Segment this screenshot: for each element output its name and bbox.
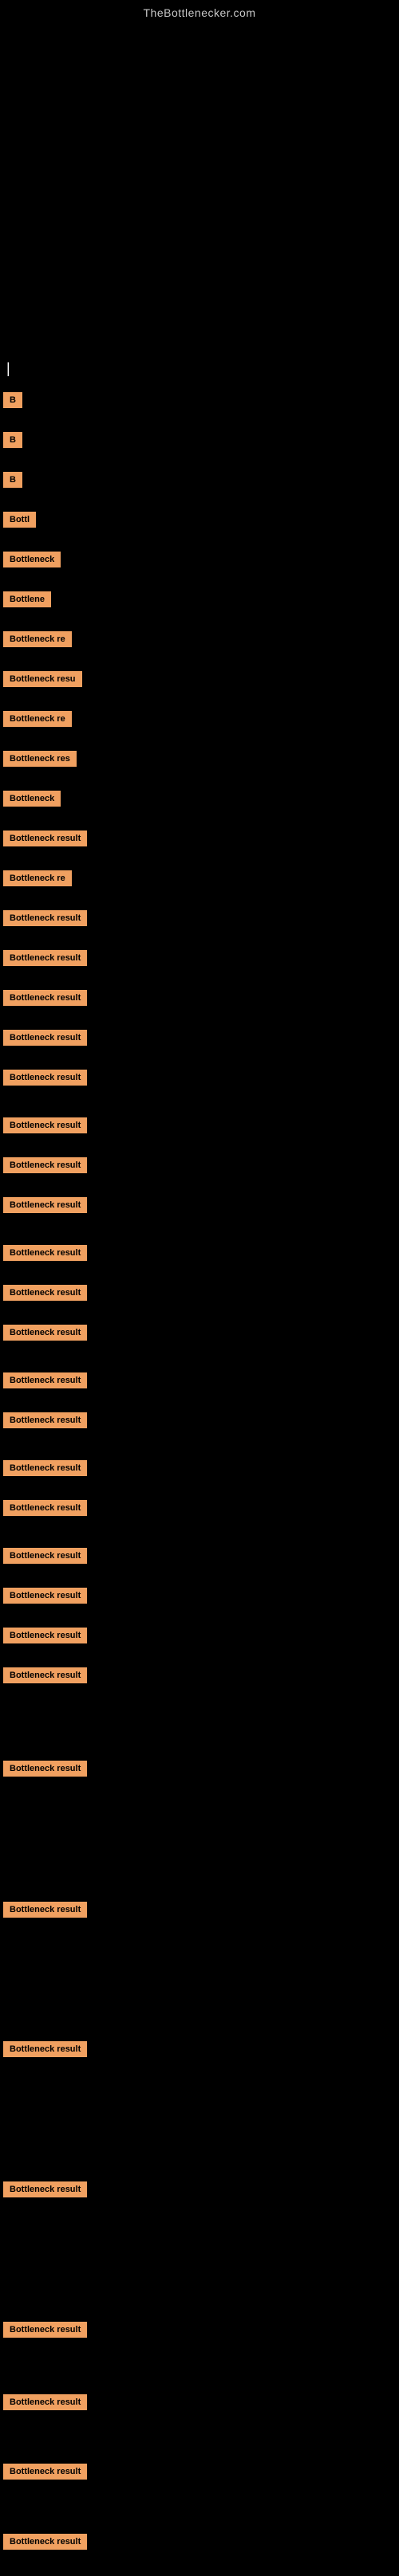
result-row: Bottleneck re: [3, 631, 72, 647]
bottleneck-result-badge[interactable]: Bottleneck res: [3, 751, 77, 767]
bottleneck-result-badge[interactable]: Bottl: [3, 512, 36, 528]
site-title: TheBottlenecker.com: [0, 0, 399, 26]
result-row: Bottleneck result: [3, 2322, 87, 2338]
result-row: Bottleneck result: [3, 1588, 87, 1604]
bottleneck-result-badge[interactable]: Bottleneck result: [3, 950, 87, 966]
bottleneck-result-badge[interactable]: Bottleneck result: [3, 2041, 87, 2057]
bottleneck-result-badge[interactable]: Bottleneck result: [3, 1412, 87, 1428]
result-row: Bottlene: [3, 591, 51, 607]
bottleneck-result-badge[interactable]: Bottleneck: [3, 552, 61, 567]
result-row: Bottleneck: [3, 791, 61, 807]
result-row: B: [3, 432, 22, 448]
result-row: Bottleneck result: [3, 1761, 87, 1777]
bottleneck-result-badge[interactable]: Bottleneck result: [3, 910, 87, 926]
result-row: Bottleneck result: [3, 1667, 87, 1683]
bottleneck-result-badge[interactable]: Bottleneck result: [3, 2534, 87, 2550]
bottleneck-result-badge[interactable]: Bottleneck: [3, 791, 61, 807]
bottleneck-result-badge[interactable]: Bottleneck result: [3, 1902, 87, 1918]
bottleneck-result-badge[interactable]: Bottleneck result: [3, 1628, 87, 1643]
bottleneck-result-badge[interactable]: Bottlene: [3, 591, 51, 607]
result-row: Bottleneck result: [3, 1325, 87, 1341]
result-row: Bottleneck re: [3, 711, 72, 727]
result-row: Bottleneck result: [3, 1070, 87, 1086]
bottleneck-result-badge[interactable]: Bottleneck result: [3, 1197, 87, 1213]
bottleneck-result-badge[interactable]: Bottleneck result: [3, 1500, 87, 1516]
result-row: Bottleneck result: [3, 1412, 87, 1428]
bottleneck-result-badge[interactable]: Bottleneck result: [3, 1157, 87, 1173]
bottleneck-result-badge[interactable]: Bottleneck result: [3, 1667, 87, 1683]
site-header: TheBottlenecker.com: [0, 0, 399, 26]
bottleneck-result-badge[interactable]: Bottleneck result: [3, 990, 87, 1006]
bottleneck-result-badge[interactable]: Bottleneck re: [3, 870, 72, 886]
bottleneck-result-badge[interactable]: Bottleneck result: [3, 1548, 87, 1564]
bottleneck-result-badge[interactable]: B: [3, 392, 22, 408]
result-row: Bottleneck result: [3, 1628, 87, 1643]
bottleneck-result-badge[interactable]: Bottleneck result: [3, 1117, 87, 1133]
result-row: Bottl: [3, 512, 36, 528]
bottleneck-result-badge[interactable]: B: [3, 472, 22, 488]
result-row: Bottleneck result: [3, 1245, 87, 1261]
result-row: Bottleneck re: [3, 870, 72, 886]
bottleneck-result-badge[interactable]: Bottleneck result: [3, 1325, 87, 1341]
result-row: Bottleneck result: [3, 2464, 87, 2480]
bottleneck-result-badge[interactable]: Bottleneck result: [3, 1030, 87, 1046]
result-row: Bottleneck result: [3, 1157, 87, 1173]
result-row: Bottleneck result: [3, 1285, 87, 1301]
bottleneck-result-badge[interactable]: Bottleneck result: [3, 2394, 87, 2410]
result-row: Bottleneck result: [3, 2181, 87, 2197]
result-row: Bottleneck result: [3, 1030, 87, 1046]
bottleneck-result-badge[interactable]: Bottleneck re: [3, 631, 72, 647]
result-row: Bottleneck result: [3, 990, 87, 1006]
result-row: Bottleneck result: [3, 2394, 87, 2410]
result-row: Bottleneck result: [3, 1197, 87, 1213]
result-row: Bottleneck result: [3, 1372, 87, 1388]
bottleneck-result-badge[interactable]: Bottleneck re: [3, 711, 72, 727]
cursor-symbol: |: [6, 360, 10, 377]
bottleneck-result-badge[interactable]: Bottleneck result: [3, 1285, 87, 1301]
result-row: B: [3, 472, 22, 488]
result-row: Bottleneck result: [3, 1500, 87, 1516]
result-row: Bottleneck result: [3, 1460, 87, 1476]
result-row: Bottleneck result: [3, 2534, 87, 2550]
result-row: B: [3, 392, 22, 408]
result-row: Bottleneck resu: [3, 671, 82, 687]
bottleneck-result-badge[interactable]: Bottleneck result: [3, 1070, 87, 1086]
results-container: | B B B Bottl Bottleneck Bottlene Bottleneck r…: [0, 26, 399, 2576]
bottleneck-result-badge[interactable]: Bottleneck result: [3, 1761, 87, 1777]
bottleneck-result-badge[interactable]: Bottleneck result: [3, 1372, 87, 1388]
result-row: Bottleneck result: [3, 1548, 87, 1564]
result-row: Bottleneck result: [3, 1902, 87, 1918]
bottleneck-result-badge[interactable]: B: [3, 432, 22, 448]
result-row: Bottleneck result: [3, 1117, 87, 1133]
cursor-row: |: [3, 360, 10, 377]
bottleneck-result-badge[interactable]: Bottleneck result: [3, 2464, 87, 2480]
result-row: Bottleneck res: [3, 751, 77, 767]
bottleneck-result-badge[interactable]: Bottleneck result: [3, 1245, 87, 1261]
result-row: Bottleneck result: [3, 910, 87, 926]
bottleneck-result-badge[interactable]: Bottleneck result: [3, 1460, 87, 1476]
bottleneck-result-badge[interactable]: Bottleneck result: [3, 2322, 87, 2338]
result-row: Bottleneck result: [3, 2041, 87, 2057]
result-row: Bottleneck result: [3, 950, 87, 966]
bottleneck-result-badge[interactable]: Bottleneck result: [3, 1588, 87, 1604]
bottleneck-result-badge[interactable]: Bottleneck result: [3, 2181, 87, 2197]
bottleneck-result-badge[interactable]: Bottleneck resu: [3, 671, 82, 687]
result-row: Bottleneck result: [3, 831, 87, 846]
bottleneck-result-badge[interactable]: Bottleneck result: [3, 831, 87, 846]
result-row: Bottleneck: [3, 552, 61, 567]
